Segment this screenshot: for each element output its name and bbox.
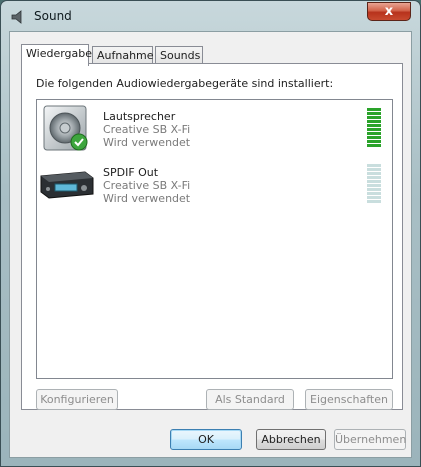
meter-segment [367, 124, 381, 127]
meter-segment [367, 168, 381, 171]
device-driver: Creative SB X-Fi [103, 179, 191, 192]
device-name: Lautsprecher [103, 110, 176, 123]
volume-level-meter [367, 108, 381, 148]
device-status: Wird verwendet [103, 136, 191, 149]
volume-level-meter [367, 164, 381, 204]
meter-segment [367, 132, 381, 135]
ok-button[interactable]: OK [170, 429, 242, 450]
playback-device-list[interactable]: Lautsprecher Creative SB X-Fi Wird verwe… [36, 99, 393, 379]
tab-label: Sounds [160, 49, 201, 62]
dialog-client-area: Wiedergabe Aufnahme Sounds Die folgenden… [9, 31, 412, 458]
meter-segment [367, 164, 381, 167]
meter-segment [367, 196, 381, 199]
meter-segment [367, 192, 381, 195]
tab-panel-wiedergabe: Die folgenden Audiowiedergabegeräte sind… [21, 63, 403, 410]
meter-segment [367, 180, 381, 183]
meter-segment [367, 188, 381, 191]
meter-segment [367, 136, 381, 139]
meter-segment [367, 116, 381, 119]
meter-segment [367, 128, 381, 131]
title-bar[interactable]: Sound x [1, 1, 420, 31]
device-name: SPDIF Out [103, 166, 159, 179]
tab-label: Wiedergabe [26, 47, 93, 60]
apply-button[interactable]: Übernehmen [334, 429, 406, 450]
meter-segment [367, 120, 381, 123]
spdif-device-icon [39, 164, 95, 204]
window-title: Sound [34, 9, 72, 23]
sound-dialog-window: Sound x Wiedergabe Aufnahme Sounds Die f… [0, 0, 421, 467]
close-icon: x [384, 4, 394, 19]
meter-segment [367, 112, 381, 115]
speaker-icon [11, 10, 27, 24]
tab-label: Aufnahme [97, 49, 154, 62]
meter-segment [367, 184, 381, 187]
list-item-lautsprecher[interactable]: Lautsprecher Creative SB X-Fi Wird verwe… [37, 102, 392, 158]
device-status: Wird verwendet [103, 192, 191, 205]
speaker-device-icon [41, 104, 93, 154]
tab-wiedergabe[interactable]: Wiedergabe [21, 44, 93, 66]
device-driver: Creative SB X-Fi [103, 123, 191, 136]
list-item-spdif-out[interactable]: SPDIF Out Creative SB X-Fi Wird verwende… [37, 158, 392, 214]
configure-button[interactable]: Konfigurieren [36, 389, 118, 410]
set-default-button[interactable]: Als Standard [206, 389, 294, 410]
cancel-button[interactable]: Abbrechen [256, 429, 326, 450]
meter-segment [367, 108, 381, 111]
device-list-caption: Die folgenden Audiowiedergabegeräte sind… [36, 77, 334, 90]
meter-segment [367, 140, 381, 143]
meter-segment [367, 172, 381, 175]
meter-segment [367, 144, 381, 147]
properties-button[interactable]: Eigenschaften [305, 389, 393, 410]
meter-segment [367, 200, 381, 203]
close-button[interactable]: x [367, 2, 411, 21]
meter-segment [367, 176, 381, 179]
